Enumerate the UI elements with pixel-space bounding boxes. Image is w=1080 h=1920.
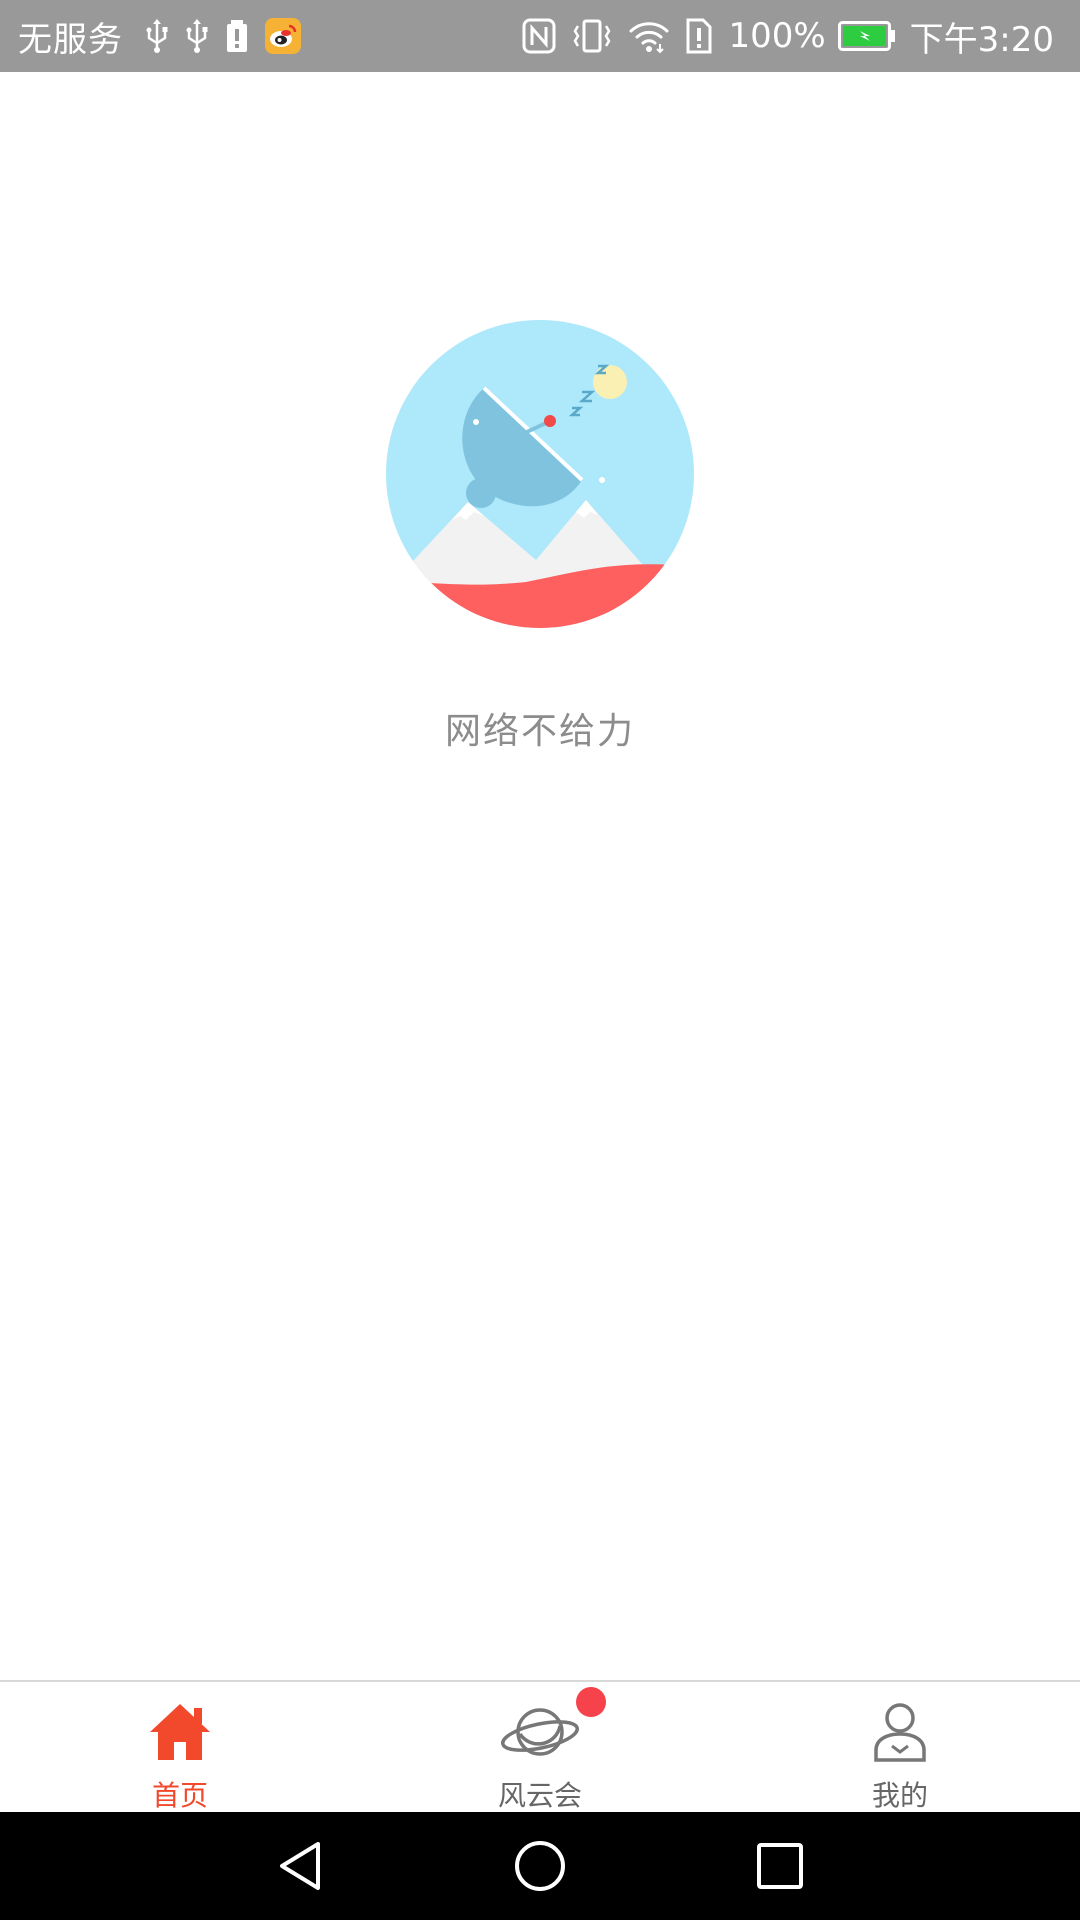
battery-charging-icon bbox=[837, 21, 896, 51]
tab-mine-label: 我的 bbox=[871, 1779, 928, 1812]
usb-icon bbox=[145, 18, 169, 54]
satellite-dish-sleeping-icon bbox=[386, 320, 694, 628]
weibo-icon bbox=[265, 18, 301, 54]
usb-icon bbox=[185, 18, 209, 54]
main-content: 网络不给力 bbox=[0, 72, 1080, 1680]
tab-home-label: 首页 bbox=[151, 1779, 208, 1812]
tab-fengyunhui-label: 风云会 bbox=[497, 1779, 582, 1812]
back-icon[interactable] bbox=[268, 1834, 332, 1898]
notification-badge bbox=[576, 1687, 606, 1717]
vibrate-icon bbox=[572, 18, 612, 54]
carrier-label: 无服务 bbox=[18, 19, 123, 60]
navigation-bar bbox=[0, 1812, 1080, 1920]
home-icon bbox=[144, 1696, 216, 1768]
app-screen: 无服务 100% 下午3:20 网络不给力 首页 风云会 我的 bbox=[0, 0, 1080, 1920]
user-icon bbox=[864, 1696, 936, 1768]
tab-home[interactable]: 首页 bbox=[0, 1682, 360, 1812]
status-left: 无服务 bbox=[18, 12, 317, 61]
nfc-icon bbox=[522, 18, 556, 54]
bottom-tab-bar: 首页 风云会 我的 bbox=[0, 1680, 1080, 1812]
battery-alert-icon bbox=[225, 18, 249, 54]
home-circle-icon[interactable] bbox=[508, 1834, 572, 1898]
battery-percent: 100% bbox=[728, 16, 826, 56]
sim-alert-icon bbox=[686, 18, 712, 54]
tab-fengyunhui[interactable]: 风云会 bbox=[360, 1682, 720, 1812]
wifi-icon bbox=[628, 18, 670, 54]
network-error-message: 网络不给力 bbox=[444, 711, 635, 752]
clock: 下午3:20 bbox=[909, 19, 1054, 60]
status-bar: 无服务 100% 下午3:20 bbox=[0, 0, 1080, 72]
tab-mine[interactable]: 我的 bbox=[720, 1682, 1080, 1812]
recents-icon[interactable] bbox=[748, 1834, 812, 1898]
planet-icon bbox=[498, 1696, 582, 1768]
status-right: 100% 下午3:20 bbox=[522, 12, 1054, 61]
